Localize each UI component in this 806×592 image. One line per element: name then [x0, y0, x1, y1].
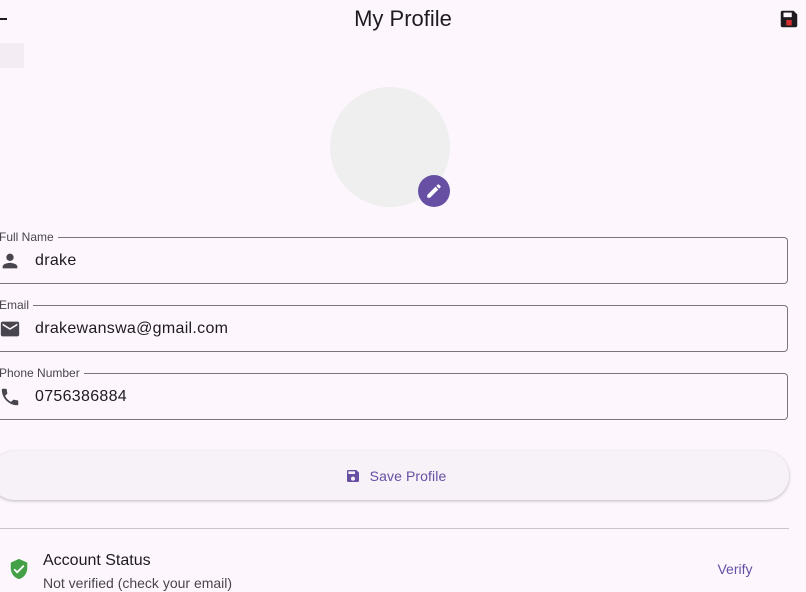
full-name-input[interactable]	[35, 251, 755, 271]
save-floppy-icon	[345, 468, 361, 484]
full-name-label: Full Name	[0, 230, 58, 244]
profile-screen: My Profile Full Name Email	[0, 0, 806, 592]
email-label: Email	[0, 298, 34, 312]
verified-shield-icon	[8, 557, 30, 581]
leading-placeholder	[0, 43, 24, 68]
phone-icon	[0, 386, 21, 408]
phone-number-label: Phone Number	[0, 366, 84, 380]
email-field[interactable]: Email	[0, 298, 788, 352]
account-status-subtitle: Not verified (check your email)	[43, 575, 233, 591]
person-icon	[0, 250, 21, 272]
page-title: My Profile	[354, 6, 452, 31]
save-floppy-icon[interactable]	[778, 8, 800, 30]
pencil-edit-icon[interactable]	[418, 175, 450, 207]
phone-number-input[interactable]	[35, 387, 755, 407]
save-profile-button[interactable]: Save Profile	[0, 451, 789, 500]
mail-icon	[0, 318, 21, 340]
verify-button[interactable]: Verify	[706, 557, 764, 581]
email-input[interactable]	[35, 319, 755, 339]
phone-number-field[interactable]: Phone Number	[0, 366, 788, 420]
save-profile-label: Save Profile	[369, 467, 447, 484]
account-status-title: Account Status	[43, 552, 151, 569]
divider	[0, 528, 789, 529]
full-name-field[interactable]: Full Name	[0, 230, 788, 284]
